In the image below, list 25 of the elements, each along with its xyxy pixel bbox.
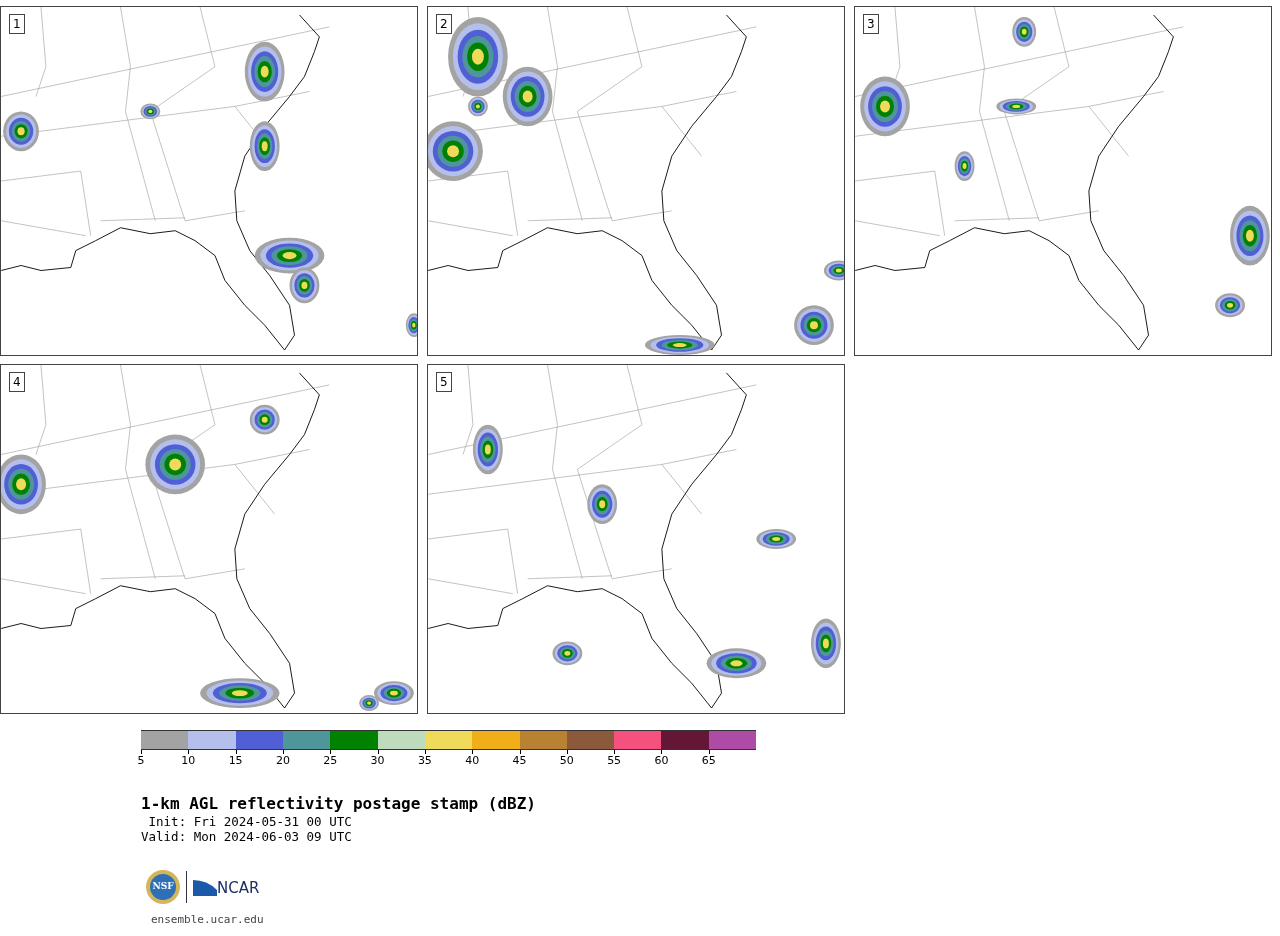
valid-time: Valid: Mon 2024-06-03 09 UTC: [141, 829, 353, 844]
panel-number: 5: [436, 372, 452, 392]
tick-label: 15: [228, 754, 243, 767]
nsf-logo: NSF: [146, 870, 180, 904]
tick-label: 35: [417, 754, 432, 767]
tick-label: 45: [512, 754, 527, 767]
website-url: ensemble.ucar.edu: [151, 913, 264, 926]
panel-number: 2: [436, 14, 452, 34]
tick-label: 40: [465, 754, 480, 767]
tick-label: 20: [275, 754, 290, 767]
tick-label: 60: [654, 754, 669, 767]
tick-label: 55: [607, 754, 622, 767]
tick-label: 25: [323, 754, 338, 767]
tick-label: 50: [559, 754, 574, 767]
tick-label: 10: [181, 754, 196, 767]
tick-label: 30: [370, 754, 385, 767]
tick-label: 5: [137, 754, 145, 767]
panel-number: 3: [863, 14, 879, 34]
init-time: Init: Fri 2024-05-31 00 UTC: [147, 814, 353, 829]
panel-number: 1: [9, 14, 25, 34]
ncar-swoosh-icon: [193, 878, 217, 896]
panel-number: 4: [9, 372, 25, 392]
chart-title: 1-km AGL reflectivity postage stamp (dBZ): [141, 794, 537, 814]
ncar-logo-text: NCAR: [217, 880, 260, 896]
tick-label: 65: [701, 754, 716, 767]
